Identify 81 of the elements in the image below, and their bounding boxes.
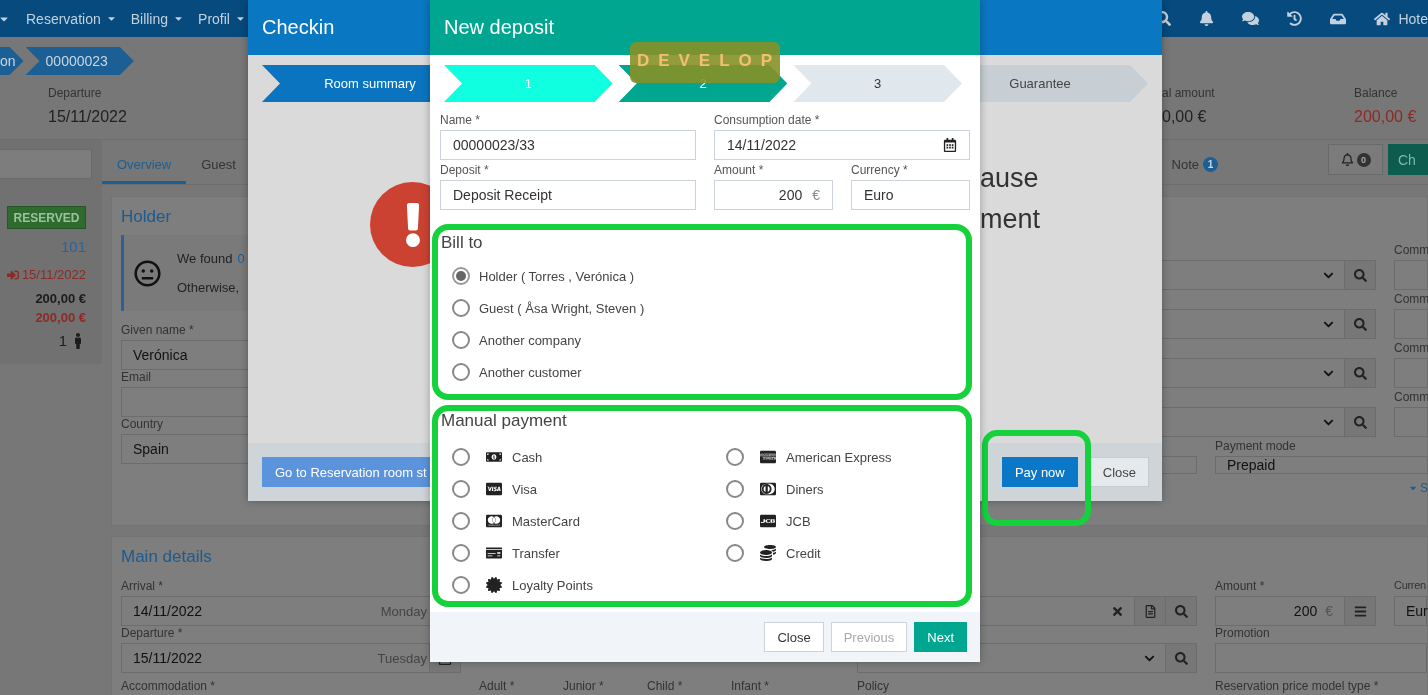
field-label: Comm	[1394, 390, 1428, 404]
menu-item[interactable]: Billing	[130, 10, 185, 27]
field-label: Deposit *	[440, 163, 490, 177]
radio-option[interactable]: Transfer	[452, 537, 726, 569]
field-label: Payment mode	[1215, 439, 1296, 453]
amount-field[interactable]: 200 €	[714, 180, 833, 210]
departure-date: 15/11/2022	[21, 267, 86, 282]
field-label: Comm	[1394, 341, 1428, 355]
menu-item[interactable]: Profil	[198, 10, 246, 27]
section-title: Manual payment	[440, 411, 568, 432]
input-field[interactable]: 00000023/33	[440, 130, 696, 160]
tab[interactable]: Note 1	[1156, 148, 1233, 184]
notice-text: Otherwise,	[177, 280, 240, 295]
radio-option[interactable]: American Express	[726, 441, 966, 473]
field-label: Comm	[1394, 243, 1428, 257]
date-field[interactable]: 14/11/2022	[714, 130, 970, 160]
radio-option[interactable]: MasterCard	[452, 505, 726, 537]
radio-option[interactable]: Credit	[726, 537, 966, 569]
message-text: ment	[980, 203, 1041, 236]
field-label: Adult *	[479, 679, 516, 693]
radio-option[interactable]: Guest ( Åsa Wright, Steven )	[452, 292, 966, 324]
field-label: Infant *	[731, 679, 771, 693]
count-badge: 0	[1356, 152, 1371, 167]
radio-option[interactable]: Another company	[452, 324, 966, 356]
guest-count: 1	[58, 332, 67, 349]
checkin-button[interactable]: Ch	[1388, 144, 1428, 175]
summary-label: al amount	[1162, 86, 1215, 100]
field-label: Reservation price model type *	[1215, 679, 1380, 693]
field-label: Departure *	[121, 626, 183, 640]
summary-value: 200,00 €	[1354, 108, 1417, 126]
field-label: Child *	[647, 679, 684, 693]
field-label: Amount *	[714, 163, 765, 177]
field-label: Amount *	[1215, 579, 1265, 593]
breadcrumb-item[interactable]: 00000023	[25, 47, 134, 75]
field-label: Currency *	[851, 163, 909, 177]
input-field[interactable]: Euro	[851, 180, 970, 210]
input-field[interactable]: Deposit Receipt	[440, 180, 696, 210]
field-label: Country	[121, 417, 164, 431]
breadcrumb-item[interactable]: on	[0, 47, 24, 75]
radio-option[interactable]: Another customer	[452, 356, 966, 388]
balance-amount: 200,00 €	[35, 310, 86, 325]
wizard-step: 3	[793, 65, 962, 102]
input-field[interactable]: Prepaid	[1215, 456, 1428, 474]
field-label: Arrival *	[121, 579, 163, 593]
summary-label: Departure	[48, 86, 102, 100]
field-label: Accommodation *	[121, 679, 217, 693]
room-number: 101	[60, 238, 86, 255]
alerts-button[interactable]: 0	[1328, 144, 1383, 175]
field-label: Comm	[1394, 292, 1428, 306]
dialog-button[interactable]: Close	[764, 622, 824, 652]
section-title: Bill to	[440, 233, 484, 254]
field-label: Email	[121, 370, 151, 384]
field-label: Consumption date *	[714, 113, 821, 127]
section-title: Holder	[121, 207, 172, 228]
notice-text: We found 0	[177, 251, 245, 266]
dialog-title: New deposit	[430, 0, 980, 55]
hotel-link[interactable]: Hote	[1398, 10, 1428, 27]
amount-field[interactable]: 200 €	[1215, 596, 1345, 626]
environment-badge: DEVELOP	[630, 42, 780, 83]
field-label: Given name *	[121, 323, 194, 337]
field-label: Promotion	[1215, 626, 1270, 640]
field-label: Policy	[857, 679, 890, 693]
message-text: ause	[980, 162, 1040, 195]
close-button[interactable]: Close	[1089, 457, 1149, 487]
total-amount: 200,00 €	[35, 291, 86, 306]
status-badge: RESERVED	[7, 206, 86, 229]
date-field[interactable]: 15/11/2022 Tuesday	[121, 643, 430, 673]
field-label: Name *	[440, 113, 481, 127]
radio-option[interactable]: Diners	[726, 473, 966, 505]
wizard-step: 1	[444, 65, 613, 102]
summary-value: 0,00 €	[1162, 108, 1207, 126]
field-label: Curren	[1394, 579, 1426, 593]
pay-now-button[interactable]: Pay now	[1001, 457, 1078, 487]
radio-option[interactable]: Holder ( Torres , Verónica )	[452, 260, 966, 292]
field-label: Junior *	[563, 679, 605, 693]
menu-item[interactable]: Reservation	[26, 10, 117, 27]
radio-option[interactable]: JCB	[726, 505, 966, 537]
summary-value: 15/11/2022	[48, 108, 127, 126]
summary-label: Balance	[1354, 86, 1398, 100]
input-field[interactable]: Eur	[1394, 596, 1427, 626]
section-title: Main details	[121, 547, 212, 568]
